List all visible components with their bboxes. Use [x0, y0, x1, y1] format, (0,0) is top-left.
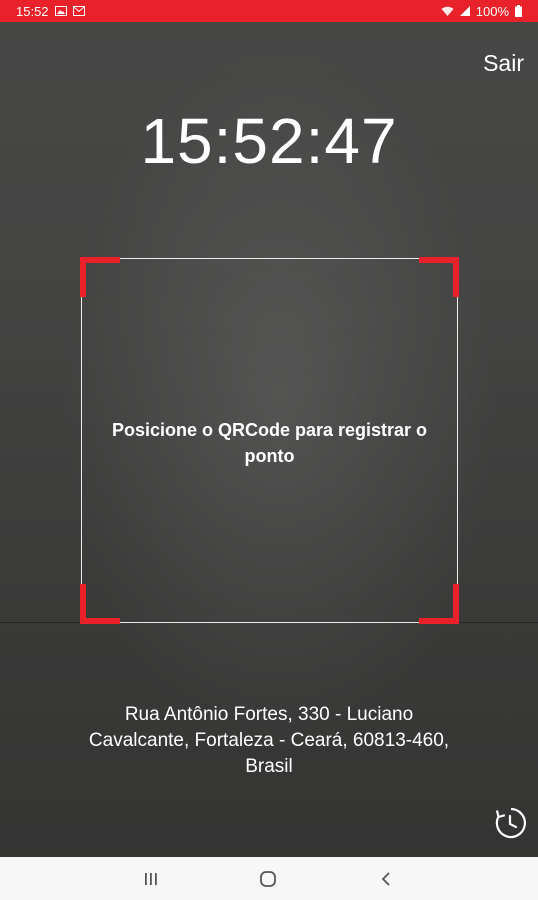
gallery-icon [54, 6, 67, 16]
status-time: 15:52 [16, 3, 49, 19]
frame-corner-bottom-right [419, 584, 459, 624]
battery-icon [515, 5, 522, 17]
camera-preview: Sair 15:52:47 Posicione o QRCode para re… [0, 22, 538, 857]
scan-instruction: Posicione o QRCode para registrar o pont… [111, 420, 428, 466]
qr-scan-frame: Posicione o QRCode para registrar o pont… [80, 257, 459, 624]
home-icon[interactable] [258, 869, 278, 889]
status-bar: 15:52 100% [0, 0, 538, 22]
signal-icon [459, 6, 470, 16]
system-nav-bar [0, 857, 538, 900]
recents-icon[interactable] [141, 869, 161, 889]
status-bar-right: 100% [441, 4, 522, 19]
clock-display: 15:52:47 [140, 105, 398, 177]
wifi-icon [441, 6, 454, 17]
gmail-icon [72, 6, 85, 16]
history-icon[interactable] [494, 806, 528, 840]
battery-level: 100% [475, 3, 509, 19]
logout-button[interactable]: Sair [483, 50, 524, 77]
location-address: Rua Antônio Fortes, 330 - Luciano Cavalc… [88, 704, 450, 777]
back-icon[interactable] [376, 869, 396, 889]
frame-corner-top-right [419, 257, 459, 297]
frame-corner-bottom-left [80, 584, 120, 624]
frame-corner-top-left [80, 257, 120, 297]
status-bar-left: 15:52 [16, 4, 85, 19]
